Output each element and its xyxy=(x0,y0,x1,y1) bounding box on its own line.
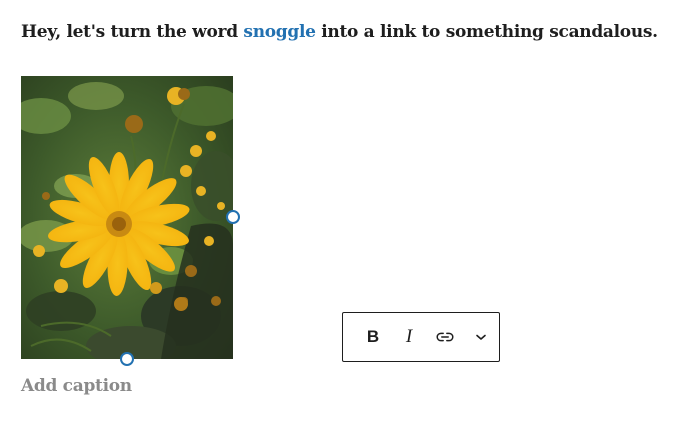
chevron-down-icon xyxy=(476,334,486,340)
italic-button[interactable]: I xyxy=(391,319,427,355)
resize-handle-right[interactable] xyxy=(226,210,240,224)
paragraph-block[interactable]: Hey, let's turn the word snoggle into a … xyxy=(21,18,691,46)
format-toolbar: B I xyxy=(342,312,500,362)
image-block[interactable] xyxy=(21,76,233,359)
bold-button[interactable]: B xyxy=(355,319,391,355)
link-button[interactable] xyxy=(427,319,463,355)
paragraph-text-before: Hey, let's turn the word xyxy=(21,22,244,42)
caption-input[interactable]: Add caption xyxy=(21,374,132,398)
paragraph-text-after: into a link to something scandalous. xyxy=(315,22,658,42)
flower-photo[interactable] xyxy=(21,76,233,359)
snoggle-link[interactable]: snoggle xyxy=(243,22,316,42)
flower-image xyxy=(21,76,233,359)
link-icon xyxy=(436,332,454,342)
resize-handle-bottom[interactable] xyxy=(120,352,134,366)
more-options-button[interactable] xyxy=(463,319,499,355)
